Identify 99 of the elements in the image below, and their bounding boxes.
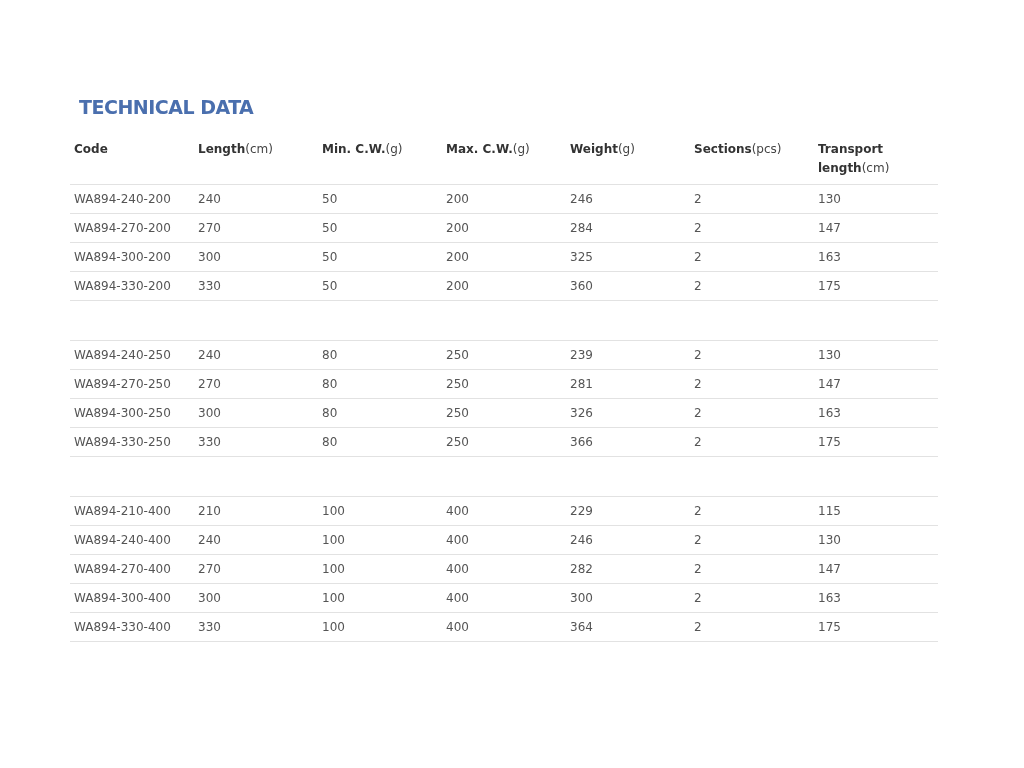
column-header: Transport length(cm) bbox=[817, 141, 891, 177]
column-header: Weight(g) bbox=[569, 141, 636, 158]
table-cell-text: 163 bbox=[817, 250, 842, 264]
column-header: Length(cm) bbox=[197, 141, 274, 158]
table-cell-text: 50 bbox=[321, 192, 339, 206]
table-cell-text: 147 bbox=[817, 221, 842, 235]
table-cell-text: 2 bbox=[693, 406, 703, 420]
table-cell-text: WA894-300-250 bbox=[73, 406, 172, 420]
table-cell-text: 175 bbox=[817, 620, 842, 634]
table-cell-text: 2 bbox=[693, 533, 703, 547]
table-cell-text: 229 bbox=[569, 504, 594, 518]
column-header: Max. C.W.(g) bbox=[445, 141, 531, 158]
table-cell-text: 200 bbox=[445, 279, 470, 293]
table-cell-text: 400 bbox=[445, 562, 470, 576]
table-cell-text: 115 bbox=[817, 504, 842, 518]
table-cell-text: 281 bbox=[569, 377, 594, 391]
table-cell-text: 80 bbox=[321, 348, 339, 362]
table-cell-text: 163 bbox=[817, 406, 842, 420]
table-cell-text: 239 bbox=[569, 348, 594, 362]
table-cell-text: WA894-270-400 bbox=[73, 562, 172, 576]
table-cell-text: 300 bbox=[197, 406, 222, 420]
table-cell-text: 284 bbox=[569, 221, 594, 235]
table-cell-text: 100 bbox=[321, 620, 346, 634]
table-cell-text: 175 bbox=[817, 435, 842, 449]
table-cell-text: 210 bbox=[197, 504, 222, 518]
table-cell-text: 246 bbox=[569, 533, 594, 547]
table-cell-text: 250 bbox=[445, 348, 470, 362]
table-cell-text: 200 bbox=[445, 250, 470, 264]
table-cell-text: WA894-330-200 bbox=[73, 279, 172, 293]
column-header: Min. C.W.(g) bbox=[321, 141, 404, 158]
table-cell-text: 80 bbox=[321, 435, 339, 449]
table-cell-text: 100 bbox=[321, 504, 346, 518]
table-cell-text: 250 bbox=[445, 406, 470, 420]
table-cell-text: WA894-210-400 bbox=[73, 504, 172, 518]
table-cell-text: 130 bbox=[817, 192, 842, 206]
table-cell-text: 400 bbox=[445, 620, 470, 634]
table-cell-text: 2 bbox=[693, 377, 703, 391]
table-cell-text: 400 bbox=[445, 504, 470, 518]
table-cell-text: WA894-330-400 bbox=[73, 620, 172, 634]
table-cell-text: 80 bbox=[321, 406, 339, 420]
table-cell-text: 147 bbox=[817, 377, 842, 391]
table-cell-text: 50 bbox=[321, 279, 339, 293]
table-cell-text: 270 bbox=[197, 377, 222, 391]
table-cell-text: 100 bbox=[321, 562, 346, 576]
table-cell-text: 240 bbox=[197, 192, 222, 206]
table-cell-text: 326 bbox=[569, 406, 594, 420]
table-cell-text: 147 bbox=[817, 562, 842, 576]
table-cell-text: 200 bbox=[445, 221, 470, 235]
table-cell-text: 250 bbox=[445, 435, 470, 449]
table-cell-text: 364 bbox=[569, 620, 594, 634]
table-cell-text: 330 bbox=[197, 620, 222, 634]
table-cell-text: 100 bbox=[321, 591, 346, 605]
table-cell-text: 325 bbox=[569, 250, 594, 264]
table-cell-text: 270 bbox=[197, 221, 222, 235]
table-cell-text: 246 bbox=[569, 192, 594, 206]
table-cell-text: 360 bbox=[569, 279, 594, 293]
table-cell-text: 50 bbox=[321, 250, 339, 264]
table-cell-text: 175 bbox=[817, 279, 842, 293]
table-cell-text: 100 bbox=[321, 533, 346, 547]
section-title: TECHNICAL DATA bbox=[79, 96, 255, 118]
table-cell-text: 240 bbox=[197, 348, 222, 362]
table-cell-text: 240 bbox=[197, 533, 222, 547]
table-cell-text: 300 bbox=[569, 591, 594, 605]
table-cell-text: 2 bbox=[693, 591, 703, 605]
table-cell-text: WA894-270-200 bbox=[73, 221, 172, 235]
table-cell-text: 300 bbox=[197, 591, 222, 605]
table-cell-text: 282 bbox=[569, 562, 594, 576]
table-cell-text: 2 bbox=[693, 250, 703, 264]
table-cell-text: 130 bbox=[817, 533, 842, 547]
table-cell-text: WA894-330-250 bbox=[73, 435, 172, 449]
table-cell-text: 200 bbox=[445, 192, 470, 206]
table-cell-text: 330 bbox=[197, 279, 222, 293]
table-cell-text: 366 bbox=[569, 435, 594, 449]
table-cell-text: 2 bbox=[693, 348, 703, 362]
table-cell-text: 2 bbox=[693, 221, 703, 235]
table-cell-text: 2 bbox=[693, 620, 703, 634]
table-cell-text: 80 bbox=[321, 377, 339, 391]
table-cell-text: 330 bbox=[197, 435, 222, 449]
column-header: Sections(pcs) bbox=[693, 141, 783, 158]
table-cell-text: 2 bbox=[693, 504, 703, 518]
table-cell-text: 2 bbox=[693, 435, 703, 449]
table-cell-text: 400 bbox=[445, 591, 470, 605]
table-cell-text: WA894-240-400 bbox=[73, 533, 172, 547]
table-cell-text: 250 bbox=[445, 377, 470, 391]
table-cell-text: WA894-300-400 bbox=[73, 591, 172, 605]
table-cell-text: 2 bbox=[693, 279, 703, 293]
table-cell-text: 270 bbox=[197, 562, 222, 576]
table-cell-text: 2 bbox=[693, 192, 703, 206]
table-cell-text: 130 bbox=[817, 348, 842, 362]
table-cell-text: 163 bbox=[817, 591, 842, 605]
table-cell-text: 2 bbox=[693, 562, 703, 576]
table-cell-text: 50 bbox=[321, 221, 339, 235]
table-cell-text: 300 bbox=[197, 250, 222, 264]
column-header: Code bbox=[73, 141, 109, 158]
table-cell-text: WA894-270-250 bbox=[73, 377, 172, 391]
table-cell-text: WA894-240-200 bbox=[73, 192, 172, 206]
table-cell-text: WA894-240-250 bbox=[73, 348, 172, 362]
table-cell-text: WA894-300-200 bbox=[73, 250, 172, 264]
table-cell-text: 400 bbox=[445, 533, 470, 547]
